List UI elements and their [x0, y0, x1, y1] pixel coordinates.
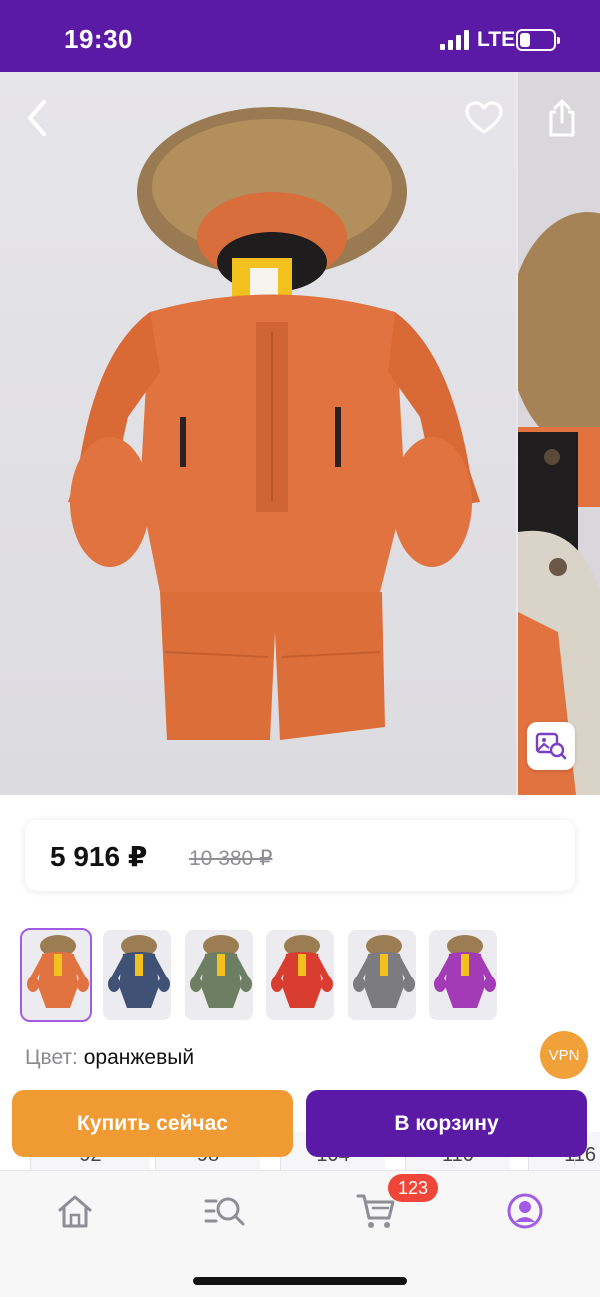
catalog-search-icon — [204, 1197, 245, 1226]
network-type: LTE — [477, 28, 516, 51]
chevron-left-icon — [28, 100, 46, 136]
product-photo[interactable] — [0, 72, 516, 795]
status-time: 19:30 — [64, 24, 133, 54]
next-photo-preview[interactable] — [518, 72, 600, 795]
current-price: 5 916 ₽ — [50, 841, 148, 872]
swatch-image — [271, 935, 333, 1008]
share-icon — [549, 99, 575, 137]
color-swatch[interactable] — [266, 930, 334, 1020]
price-card: 5 916 ₽ 10 380 ₽ — [25, 820, 575, 891]
swatch-image — [434, 935, 496, 1008]
battery-icon — [516, 29, 560, 51]
battery-level — [520, 33, 530, 47]
image-search-button[interactable] — [527, 722, 575, 770]
product-gallery[interactable] — [0, 72, 600, 795]
cart-count-badge: 123 — [388, 1174, 438, 1202]
color-label: Цвет: оранжевый — [25, 1046, 194, 1070]
home-icon — [58, 1195, 92, 1228]
home-indicator[interactable] — [193, 1277, 407, 1285]
old-price: 10 380 ₽ — [189, 847, 273, 870]
profile-icon — [507, 1193, 543, 1229]
vpn-badge[interactable]: VPN — [540, 1031, 588, 1079]
back-button[interactable] — [14, 94, 62, 142]
heart-icon — [465, 101, 503, 134]
snowsuit-image — [68, 107, 480, 740]
cart-icon — [356, 1194, 395, 1228]
tab-profile[interactable] — [503, 1189, 547, 1233]
color-swatch[interactable] — [429, 930, 497, 1020]
color-label-key: Цвет: — [25, 1046, 78, 1069]
add-to-cart-button[interactable]: В корзину — [306, 1090, 587, 1157]
tab-home[interactable] — [53, 1189, 97, 1233]
buy-now-button[interactable]: Купить сейчас — [12, 1090, 293, 1157]
swatch-image — [353, 935, 415, 1008]
swatch-image — [190, 935, 252, 1008]
favorite-button[interactable] — [460, 94, 508, 142]
swatch-image — [27, 935, 89, 1008]
image-search-icon — [535, 732, 567, 760]
color-swatch[interactable] — [348, 930, 416, 1020]
color-swatch[interactable] — [185, 930, 253, 1020]
tab-catalog[interactable] — [203, 1189, 247, 1233]
color-swatch[interactable] — [103, 930, 171, 1020]
color-swatch[interactable] — [20, 928, 92, 1022]
swatch-image — [108, 935, 170, 1008]
signal-icon — [440, 30, 470, 50]
share-button[interactable] — [538, 94, 586, 142]
status-bar: 19:30 LTE — [0, 0, 600, 72]
color-label-value: оранжевый — [83, 1046, 195, 1069]
snowsuit-detail-image — [518, 212, 600, 795]
